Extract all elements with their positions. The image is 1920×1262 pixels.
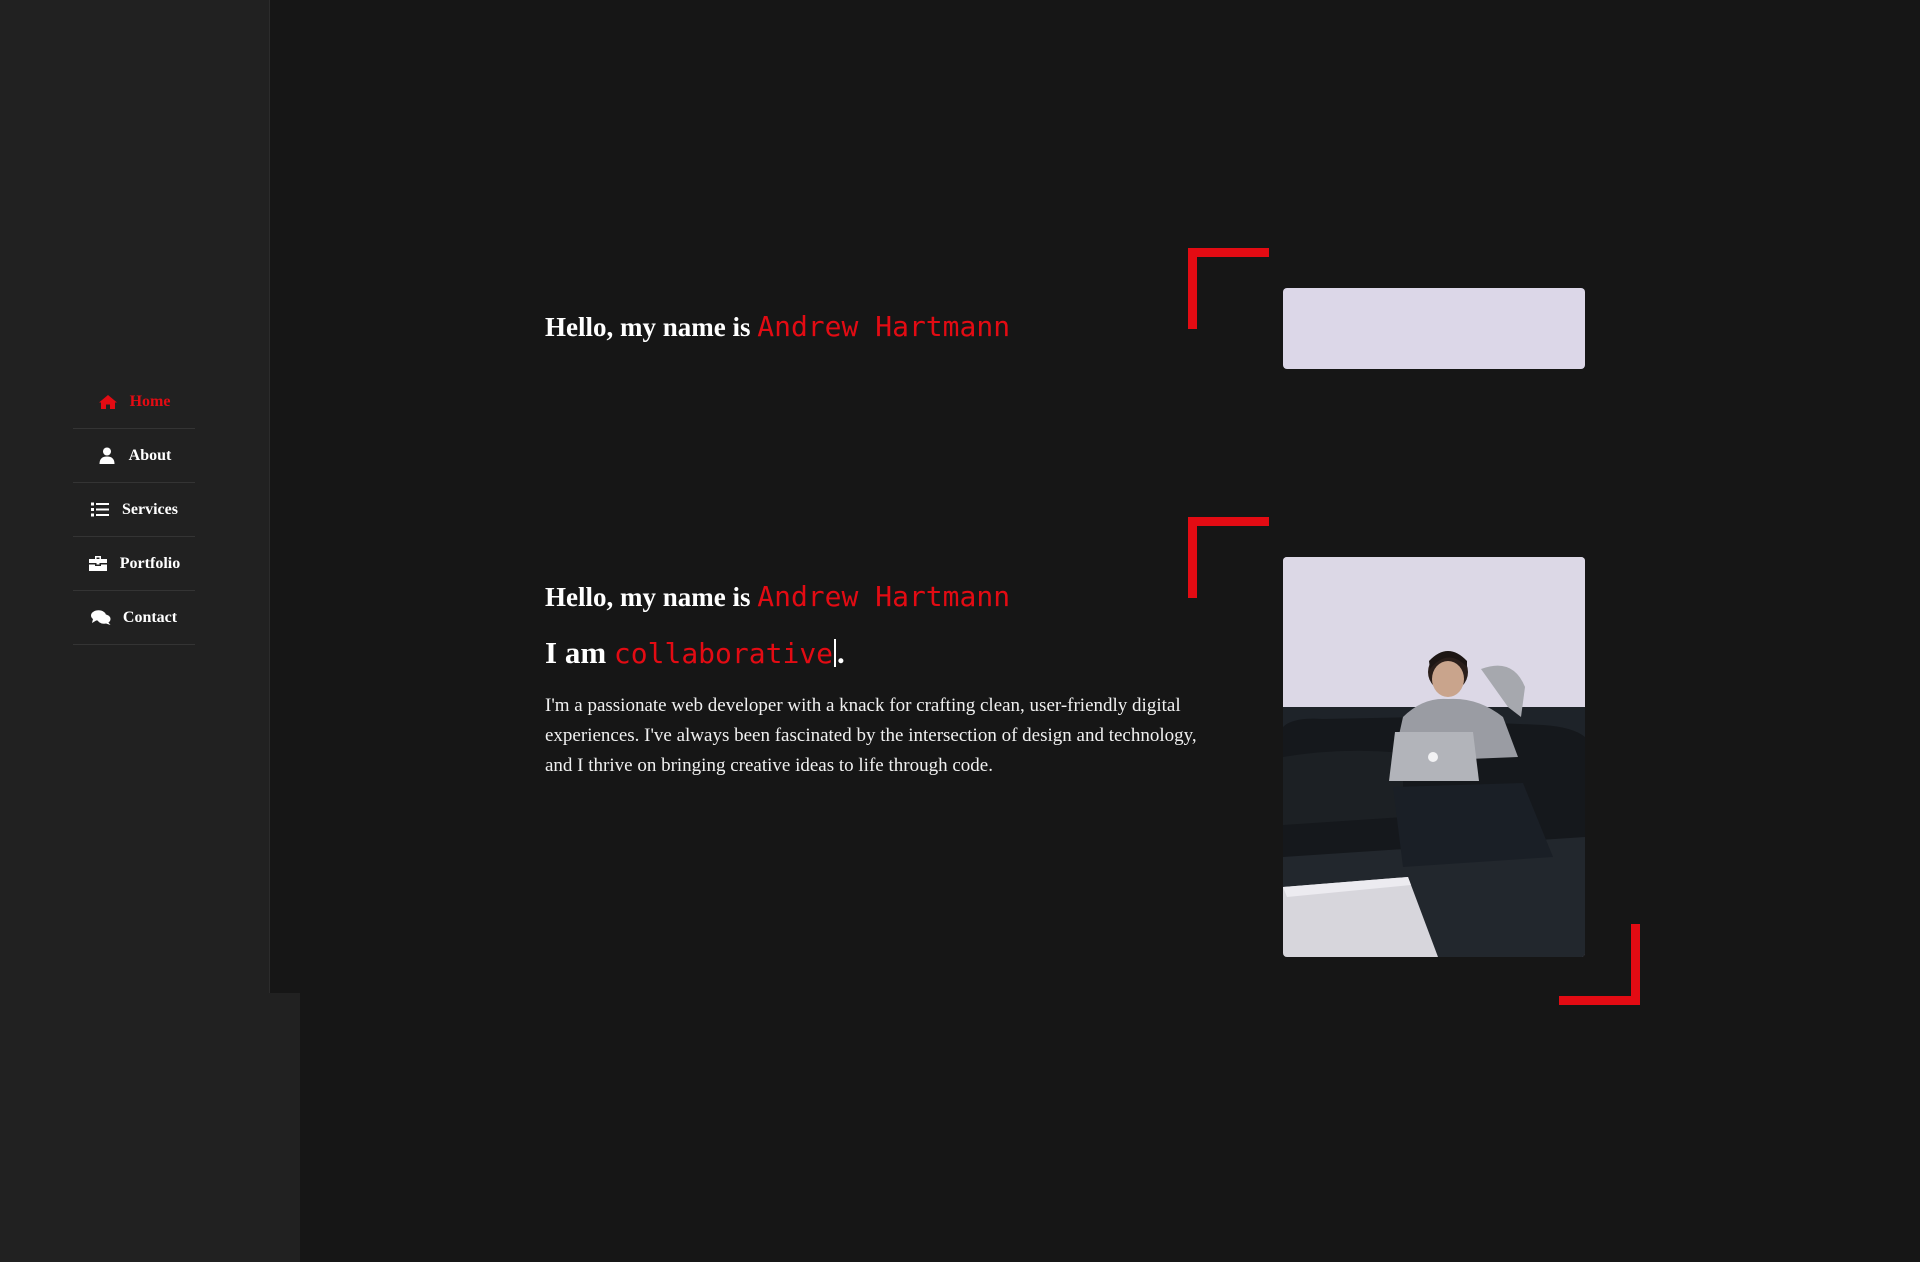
typing-cursor: [834, 639, 837, 667]
hero-preview-name: Andrew Hartmann: [757, 310, 1011, 343]
sidebar: Home About Services Portfolio Contact: [0, 0, 270, 993]
role-suffix: .: [837, 635, 845, 670]
sidebar-item-about[interactable]: About: [73, 429, 195, 483]
profile-photo-illustration: [1283, 557, 1585, 957]
sidebar-footer: [0, 993, 300, 1262]
hero-preview-photo: [1283, 288, 1585, 369]
role-prefix: I am: [545, 635, 614, 670]
frame-corner-top-left: [1188, 248, 1269, 329]
frame-corner-bottom-right: [1559, 924, 1640, 1005]
user-icon: [97, 447, 117, 465]
sidebar-item-label: Portfolio: [119, 554, 181, 572]
home-icon: [98, 393, 118, 411]
chat-icon: [90, 609, 111, 627]
hero-bio: I'm a passionate web developer with a kn…: [545, 695, 1197, 776]
briefcase-icon: [88, 555, 108, 573]
sidebar-nav: Home About Services Portfolio Contact: [73, 375, 195, 645]
sidebar-item-home[interactable]: Home: [73, 375, 195, 429]
sidebar-item-label: Home: [129, 392, 171, 410]
hero-role: I am collaborative.: [545, 635, 1225, 671]
greeting-prefix: Hello, my name is: [545, 312, 758, 342]
page: Home About Services Portfolio Contact He…: [0, 0, 1920, 1262]
greeting-prefix: Hello, my name is: [545, 582, 758, 612]
hero-preview-greeting: Hello, my name is Andrew Hartmann: [545, 310, 1225, 343]
sidebar-item-label: About: [128, 446, 172, 464]
sidebar-item-services[interactable]: Services: [73, 483, 195, 537]
list-icon: [90, 501, 110, 519]
sidebar-item-label: Services: [122, 500, 178, 518]
hero-greeting: Hello, my name is Andrew Hartmann: [545, 580, 1225, 613]
hero-section: Hello, my name is Andrew Hartmann I am c…: [545, 580, 1225, 781]
sidebar-item-portfolio[interactable]: Portfolio: [73, 537, 195, 591]
role-word: collaborative: [613, 637, 834, 670]
sidebar-item-label: Contact: [122, 608, 178, 626]
frame-corner-top-left: [1188, 517, 1269, 598]
profile-photo: [1283, 557, 1585, 957]
hero-name: Andrew Hartmann: [757, 580, 1011, 613]
hero-preview: Hello, my name is Andrew Hartmann: [545, 310, 1225, 343]
sidebar-item-contact[interactable]: Contact: [73, 591, 195, 645]
